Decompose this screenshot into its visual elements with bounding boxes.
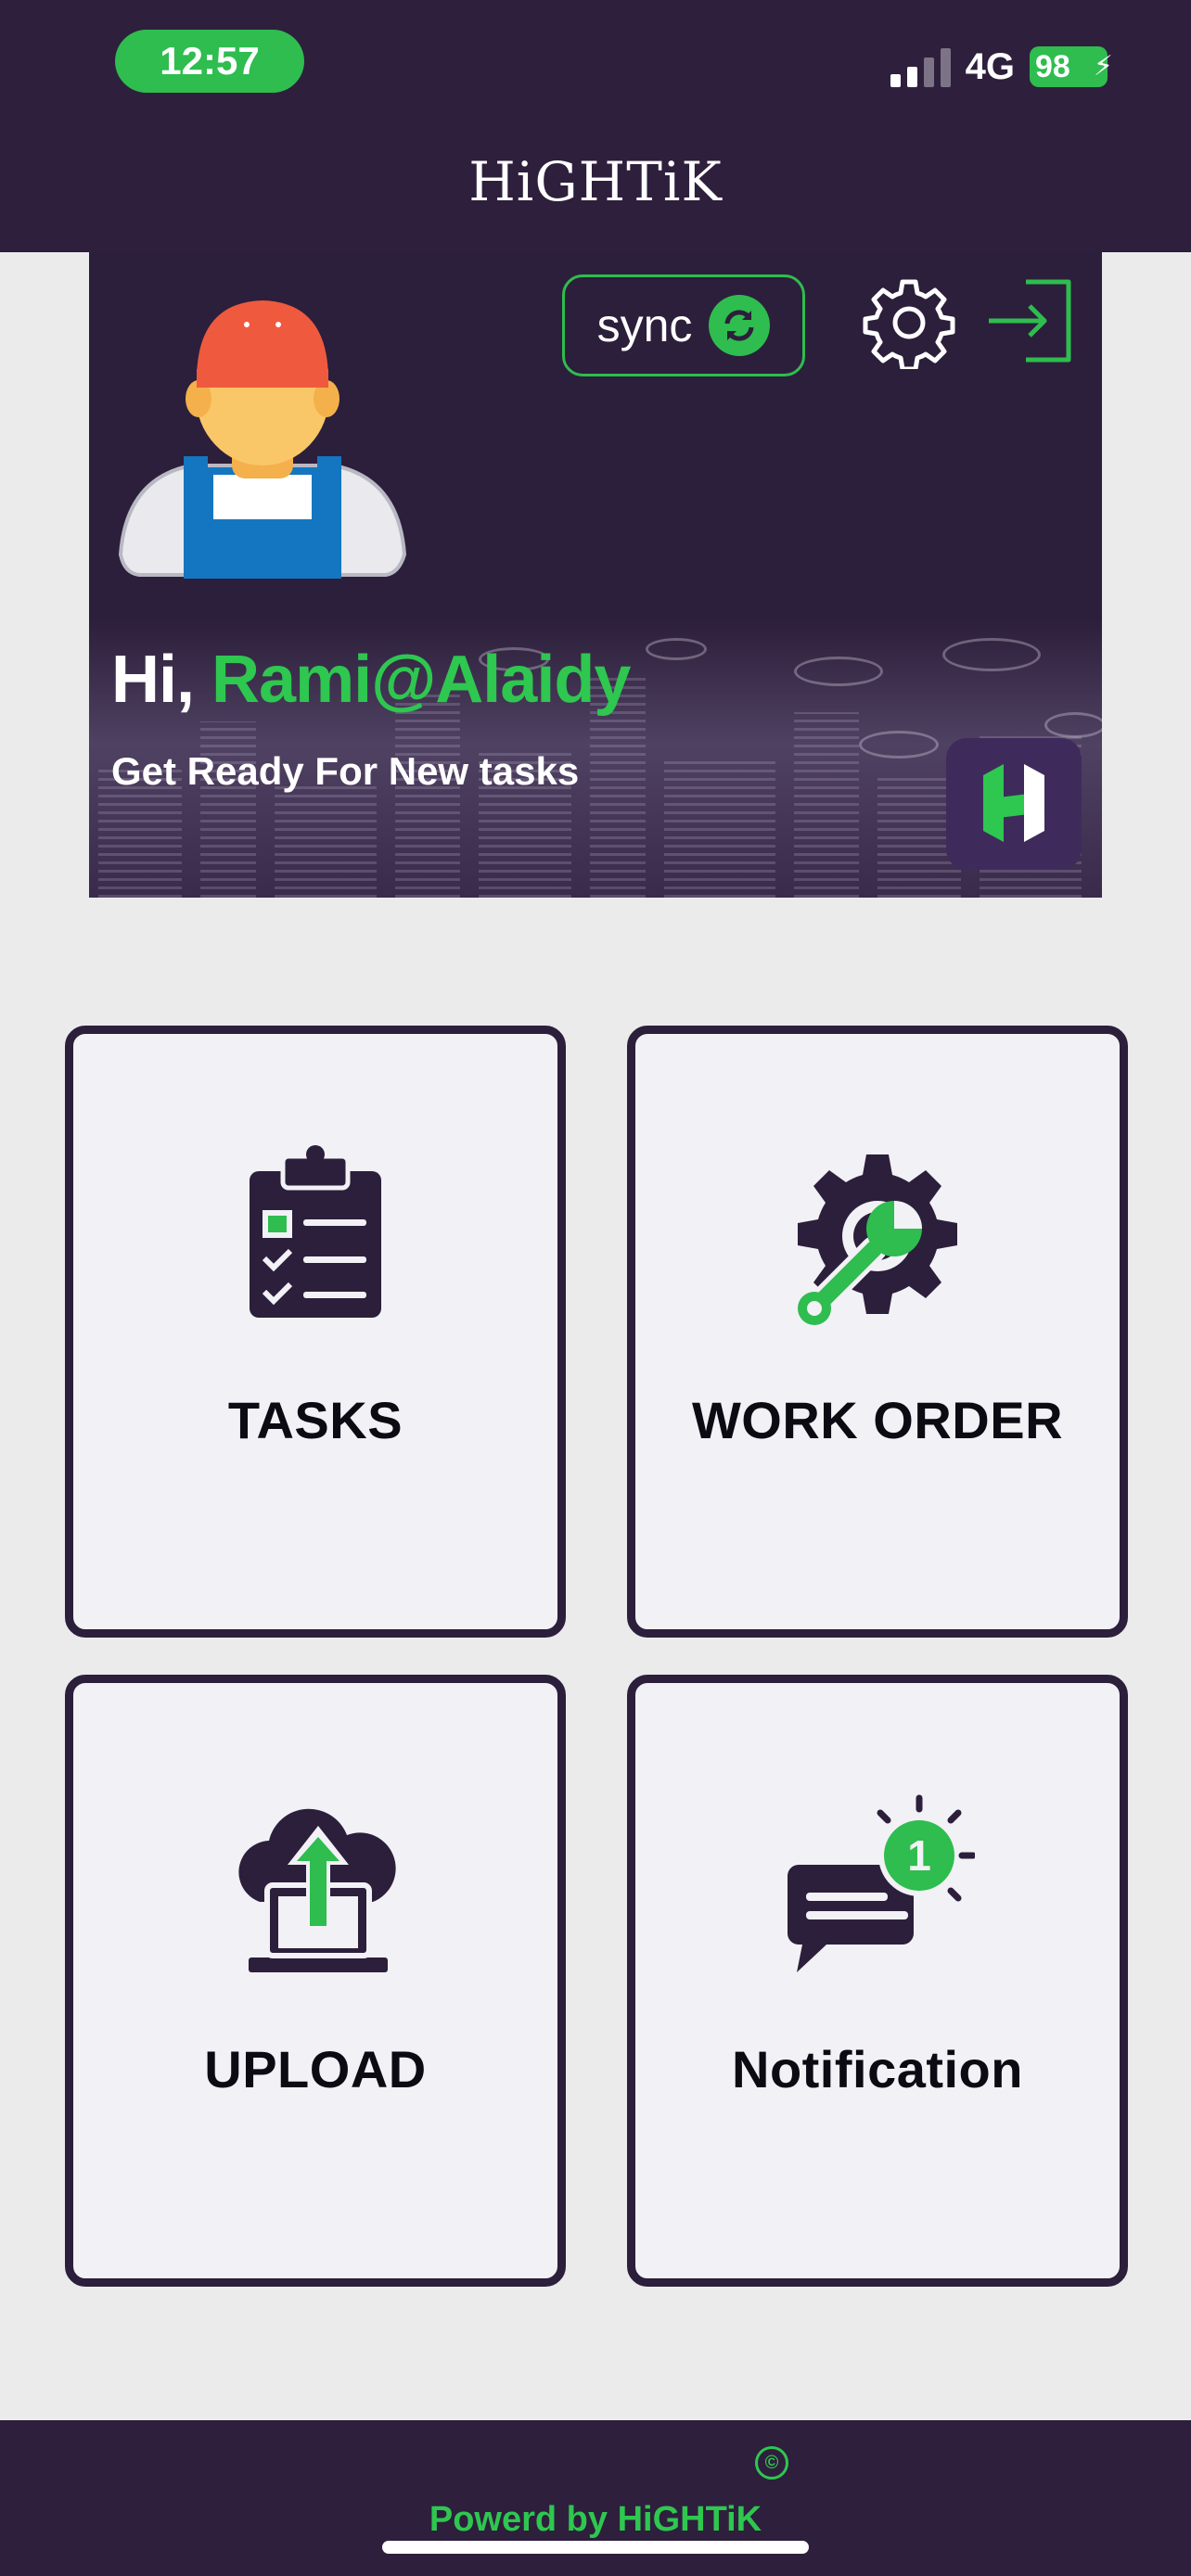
sync-label: sync [596,300,693,351]
upload-label: UPLOAD [204,2040,427,2098]
refresh-icon [709,295,771,356]
signal-icon [890,46,951,87]
clipboard-checklist-icon [250,1145,381,1318]
cloud-upload-icon [238,1808,396,1972]
hero-banner: sync Hi, Rami@Alaidy Get Ready For New t… [89,252,1102,898]
status-indicators: 4G 98 ⚡ [890,39,1113,95]
tasks-card[interactable]: TASKS [65,1026,566,1638]
notification-label: Notification [732,2040,1023,2098]
network-type: 4G [965,45,1015,87]
notification-count: 1 [907,1831,931,1880]
tasks-label: TASKS [227,1391,403,1449]
app-title: HiGHTiK [468,150,723,213]
notification-card[interactable]: 1 Notification [627,1675,1128,2287]
chat-bell-icon: 1 [788,1794,975,1972]
greeting: Hi, Rami@Alaidy [111,642,631,718]
powered-by-text: Powerd by HiGHTiK [429,2500,762,2539]
username: Rami@Alaidy [211,643,631,717]
home-indicator[interactable] [382,2541,809,2554]
status-time: 12:57 [115,30,304,93]
sync-button[interactable]: sync [562,274,805,376]
upload-card[interactable]: UPLOAD [65,1675,566,2287]
greeting-subtitle: Get Ready For New tasks [111,749,580,793]
settings-gear-icon[interactable] [863,276,955,369]
copyright-icon: © [755,2446,788,2480]
battery-icon: 98 ⚡ [1030,46,1113,87]
greeting-prefix: Hi, [111,643,195,717]
battery-level: 98 [1035,49,1070,84]
work-order-card[interactable]: WORK ORDER [627,1026,1128,1638]
hightik-logo [946,738,1082,870]
footer: © Powerd by HiGHTiK [0,2420,1191,2576]
worker-avatar [118,300,407,579]
app-header: 12:57 4G 98 ⚡ HiGHTiK [0,0,1191,252]
logout-icon[interactable] [985,273,1082,369]
gear-wrench-icon [798,1154,957,1325]
work-order-label: WORK ORDER [691,1391,1064,1449]
